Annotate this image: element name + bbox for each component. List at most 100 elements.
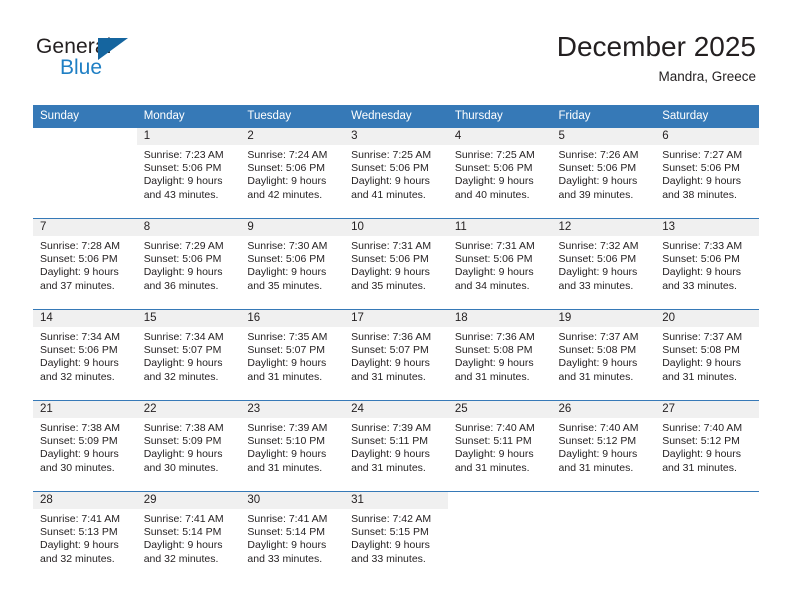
day-detail-sunrise: Sunrise: 7:42 AM bbox=[351, 513, 432, 525]
calendar-day-cell[interactable]: 17 Sunrise: 7:36 AM Sunset: 5:07 PM Dayligh… bbox=[344, 309, 448, 401]
calendar-day-cell[interactable]: 31 Sunrise: 7:42 AM Sunset: 5:15 PM Dayligh… bbox=[344, 491, 448, 582]
day-detail-sunset: Sunset: 5:07 PM bbox=[351, 344, 429, 357]
day-detail-sunset: Sunset: 5:09 PM bbox=[40, 435, 118, 448]
day-details: Sunrise: 7:30 AM Sunset: 5:06 PM Daylight:… bbox=[240, 236, 344, 293]
calendar-day-cell[interactable]: 3 Sunrise: 7:25 AM Sunset: 5:06 PM Daylight… bbox=[344, 127, 448, 219]
day-cell-inner: 28 Sunrise: 7:41 AM Sunset: 5:13 PM Dayligh… bbox=[33, 492, 137, 582]
day-detail-daylight2: and 36 minutes. bbox=[143, 279, 219, 292]
day-detail-sunrise: Sunrise: 7:40 AM bbox=[558, 422, 639, 434]
day-detail-daylight1: Daylight: 9 hours bbox=[40, 357, 119, 370]
calendar-day-cell[interactable]: 2 Sunrise: 7:24 AM Sunset: 5:06 PM Daylight… bbox=[240, 127, 345, 219]
day-detail-daylight1: Daylight: 9 hours bbox=[247, 539, 327, 552]
day-detail-daylight1: Daylight: 9 hours bbox=[558, 175, 638, 188]
day-detail-sunrise: Sunrise: 7:27 AM bbox=[662, 149, 743, 161]
calendar-day-cell[interactable]: 14 Sunrise: 7:34 AM Sunset: 5:06 PM Dayligh… bbox=[33, 309, 137, 401]
day-number bbox=[447, 492, 552, 509]
day-detail-sunrise: Sunrise: 7:40 AM bbox=[662, 422, 743, 434]
day-detail-sunrise: Sunrise: 7:41 AM bbox=[40, 513, 120, 525]
day-detail-daylight1: Daylight: 9 hours bbox=[351, 175, 430, 188]
calendar-day-cell[interactable]: 12 Sunrise: 7:32 AM Sunset: 5:06 PM Dayligh… bbox=[551, 218, 656, 310]
calendar-day-cell[interactable]: 26 Sunrise: 7:40 AM Sunset: 5:12 PM Dayligh… bbox=[551, 400, 656, 492]
day-number: 8 bbox=[136, 219, 241, 236]
day-detail-sunrise: Sunrise: 7:31 AM bbox=[454, 240, 535, 252]
calendar-week-row: 28 Sunrise: 7:41 AM Sunset: 5:13 PM Dayligh… bbox=[33, 491, 759, 582]
day-details: Sunrise: 7:25 AM Sunset: 5:06 PM Daylight:… bbox=[448, 145, 552, 202]
calendar-day-cell[interactable]: 27 Sunrise: 7:40 AM Sunset: 5:12 PM Dayligh… bbox=[655, 400, 759, 492]
day-cell-inner: 10 Sunrise: 7:31 AM Sunset: 5:06 PM Dayligh… bbox=[344, 219, 448, 309]
day-detail-sunset: Sunset: 5:06 PM bbox=[247, 253, 326, 266]
calendar-day-cell[interactable]: 30 Sunrise: 7:41 AM Sunset: 5:14 PM Dayligh… bbox=[240, 491, 345, 582]
day-number: 21 bbox=[33, 401, 137, 418]
day-number: 25 bbox=[447, 401, 552, 418]
calendar-day-cell[interactable]: 22 Sunrise: 7:38 AM Sunset: 5:09 PM Dayligh… bbox=[136, 400, 241, 492]
day-detail-sunset: Sunset: 5:12 PM bbox=[558, 435, 637, 448]
day-details: Sunrise: 7:35 AM Sunset: 5:07 PM Daylight:… bbox=[240, 327, 344, 384]
day-number: 1 bbox=[136, 128, 241, 145]
calendar-day-cell[interactable]: 28 Sunrise: 7:41 AM Sunset: 5:13 PM Dayligh… bbox=[33, 491, 137, 582]
day-number: 30 bbox=[240, 492, 345, 509]
day-details: Sunrise: 7:38 AM Sunset: 5:09 PM Daylight:… bbox=[137, 418, 241, 475]
day-detail-sunset: Sunset: 5:10 PM bbox=[247, 435, 326, 448]
calendar-day-cell[interactable]: 6 Sunrise: 7:27 AM Sunset: 5:06 PM Daylight… bbox=[655, 127, 759, 219]
day-detail-daylight1: Daylight: 9 hours bbox=[454, 448, 534, 461]
calendar-day-cell[interactable]: 15 Sunrise: 7:34 AM Sunset: 5:07 PM Dayligh… bbox=[136, 309, 241, 401]
day-detail-daylight2: and 31 minutes. bbox=[351, 461, 426, 474]
calendar-day-cell[interactable]: 23 Sunrise: 7:39 AM Sunset: 5:10 PM Dayligh… bbox=[240, 400, 345, 492]
location-subtitle: Mandra, Greece bbox=[658, 69, 756, 84]
day-number: 9 bbox=[240, 219, 345, 236]
day-detail-daylight1: Daylight: 9 hours bbox=[143, 357, 223, 370]
calendar-day-cell bbox=[655, 491, 759, 582]
day-detail-daylight2: and 33 minutes. bbox=[662, 279, 737, 292]
calendar-day-cell[interactable]: 8 Sunrise: 7:29 AM Sunset: 5:06 PM Daylight… bbox=[136, 218, 241, 310]
calendar-day-cell[interactable]: 10 Sunrise: 7:31 AM Sunset: 5:06 PM Dayligh… bbox=[344, 218, 448, 310]
logo-text-blue: Blue bbox=[60, 56, 103, 79]
calendar-day-cell[interactable]: 9 Sunrise: 7:30 AM Sunset: 5:06 PM Daylight… bbox=[240, 218, 345, 310]
logo-general-blue[interactable]: General Blue bbox=[36, 36, 236, 86]
day-number: 3 bbox=[344, 128, 448, 145]
day-detail-sunset: Sunset: 5:14 PM bbox=[143, 526, 222, 539]
day-detail-sunrise: Sunrise: 7:30 AM bbox=[247, 240, 328, 252]
calendar-day-cell[interactable]: 5 Sunrise: 7:26 AM Sunset: 5:06 PM Daylight… bbox=[551, 127, 656, 219]
calendar-day-cell[interactable]: 11 Sunrise: 7:31 AM Sunset: 5:06 PM Dayligh… bbox=[447, 218, 552, 310]
day-number: 2 bbox=[240, 128, 345, 145]
day-detail-sunrise: Sunrise: 7:38 AM bbox=[40, 422, 120, 434]
calendar-table: Sunday Monday Tuesday Wednesday Thursday… bbox=[33, 105, 759, 582]
day-detail-sunrise: Sunrise: 7:34 AM bbox=[40, 331, 120, 343]
day-details: Sunrise: 7:40 AM Sunset: 5:12 PM Daylight:… bbox=[655, 418, 759, 475]
day-cell-inner: 14 Sunrise: 7:34 AM Sunset: 5:06 PM Dayligh… bbox=[33, 310, 137, 400]
calendar-day-cell[interactable]: 21 Sunrise: 7:38 AM Sunset: 5:09 PM Dayligh… bbox=[33, 400, 137, 492]
calendar-day-cell[interactable]: 25 Sunrise: 7:40 AM Sunset: 5:11 PM Dayligh… bbox=[447, 400, 552, 492]
calendar-day-cell[interactable]: 19 Sunrise: 7:37 AM Sunset: 5:08 PM Dayligh… bbox=[551, 309, 656, 401]
weekday-header-monday: Monday bbox=[136, 105, 241, 128]
day-detail-daylight1: Daylight: 9 hours bbox=[351, 448, 430, 461]
day-detail-daylight1: Daylight: 9 hours bbox=[662, 448, 742, 461]
day-cell-inner: 8 Sunrise: 7:29 AM Sunset: 5:06 PM Daylight… bbox=[136, 219, 241, 309]
day-detail-daylight2: and 32 minutes. bbox=[143, 370, 219, 383]
calendar-day-cell[interactable]: 1 Sunrise: 7:23 AM Sunset: 5:06 PM Daylight… bbox=[136, 127, 241, 219]
day-number: 20 bbox=[655, 310, 759, 327]
day-detail-daylight2: and 41 minutes. bbox=[351, 188, 426, 201]
day-details: Sunrise: 7:26 AM Sunset: 5:06 PM Daylight:… bbox=[552, 145, 656, 202]
calendar-day-cell[interactable]: 18 Sunrise: 7:36 AM Sunset: 5:08 PM Dayligh… bbox=[447, 309, 552, 401]
calendar-day-cell bbox=[551, 491, 656, 582]
day-number: 11 bbox=[447, 219, 552, 236]
day-details: Sunrise: 7:39 AM Sunset: 5:11 PM Daylight:… bbox=[344, 418, 448, 475]
calendar-day-cell[interactable]: 29 Sunrise: 7:41 AM Sunset: 5:14 PM Dayligh… bbox=[136, 491, 241, 582]
weekday-header-wednesday: Wednesday bbox=[344, 105, 448, 128]
calendar-day-cell[interactable]: 7 Sunrise: 7:28 AM Sunset: 5:06 PM Daylight… bbox=[33, 218, 137, 310]
day-number: 19 bbox=[551, 310, 656, 327]
day-details: Sunrise: 7:24 AM Sunset: 5:06 PM Daylight:… bbox=[240, 145, 344, 202]
calendar-day-cell[interactable]: 20 Sunrise: 7:37 AM Sunset: 5:08 PM Dayligh… bbox=[655, 309, 759, 401]
day-detail-sunset: Sunset: 5:06 PM bbox=[662, 162, 740, 175]
day-detail-sunset: Sunset: 5:07 PM bbox=[247, 344, 326, 357]
calendar-day-cell[interactable]: 13 Sunrise: 7:33 AM Sunset: 5:06 PM Dayligh… bbox=[655, 218, 759, 310]
day-detail-daylight1: Daylight: 9 hours bbox=[143, 539, 223, 552]
calendar-day-cell[interactable]: 24 Sunrise: 7:39 AM Sunset: 5:11 PM Dayligh… bbox=[344, 400, 448, 492]
day-detail-daylight1: Daylight: 9 hours bbox=[247, 266, 327, 279]
day-detail-daylight2: and 30 minutes. bbox=[143, 461, 219, 474]
day-detail-daylight1: Daylight: 9 hours bbox=[247, 448, 327, 461]
calendar-day-cell[interactable]: 16 Sunrise: 7:35 AM Sunset: 5:07 PM Dayligh… bbox=[240, 309, 345, 401]
day-cell-inner: 4 Sunrise: 7:25 AM Sunset: 5:06 PM Daylight… bbox=[447, 128, 552, 218]
day-detail-daylight1: Daylight: 9 hours bbox=[40, 266, 119, 279]
calendar-day-cell[interactable]: 4 Sunrise: 7:25 AM Sunset: 5:06 PM Daylight… bbox=[447, 127, 552, 219]
